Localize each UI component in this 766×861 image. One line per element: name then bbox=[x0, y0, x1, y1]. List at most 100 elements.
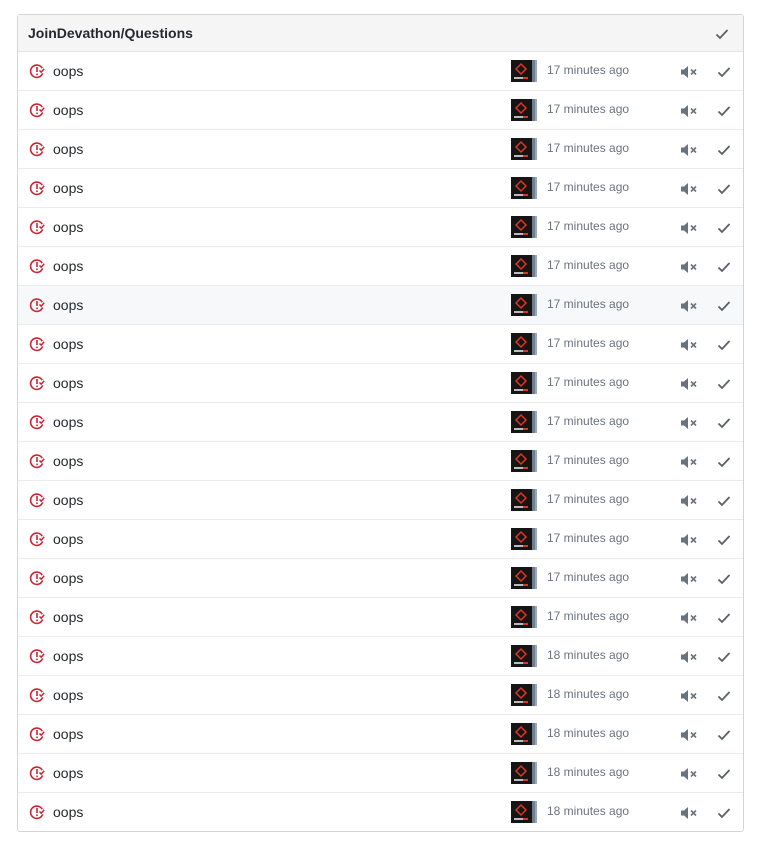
notification-title[interactable]: oops bbox=[53, 219, 83, 235]
issue-closed-icon bbox=[29, 336, 45, 352]
check-icon[interactable] bbox=[716, 571, 732, 587]
notification-row[interactable]: oops 17 minutes ago bbox=[18, 520, 743, 559]
issue-closed-icon bbox=[29, 453, 45, 469]
notification-title[interactable]: oops bbox=[53, 297, 83, 313]
mute-icon[interactable] bbox=[680, 142, 698, 158]
notification-title[interactable]: oops bbox=[53, 570, 83, 586]
notification-time: 17 minutes ago bbox=[547, 492, 630, 506]
check-icon[interactable] bbox=[716, 376, 732, 392]
mute-icon[interactable] bbox=[680, 493, 698, 509]
notification-row[interactable]: oops 18 minutes ago bbox=[18, 676, 743, 715]
mute-icon[interactable] bbox=[680, 64, 698, 80]
notification-title[interactable]: oops bbox=[53, 726, 83, 742]
check-icon[interactable] bbox=[716, 766, 732, 782]
mute-icon[interactable] bbox=[680, 259, 698, 275]
notification-row[interactable]: oops 17 minutes ago bbox=[18, 442, 743, 481]
check-icon[interactable] bbox=[716, 64, 732, 80]
notification-title[interactable]: oops bbox=[53, 687, 83, 703]
mute-icon[interactable] bbox=[680, 103, 698, 119]
mute-icon[interactable] bbox=[680, 766, 698, 782]
issue-closed-icon bbox=[29, 180, 45, 196]
mute-icon[interactable] bbox=[680, 727, 698, 743]
mute-icon[interactable] bbox=[680, 649, 698, 665]
notification-title[interactable]: oops bbox=[53, 765, 83, 781]
mute-icon[interactable] bbox=[680, 415, 698, 431]
notification-title[interactable]: oops bbox=[53, 609, 83, 625]
notification-title[interactable]: oops bbox=[53, 336, 83, 352]
notification-row[interactable]: oops 17 minutes ago bbox=[18, 169, 743, 208]
check-icon[interactable] bbox=[716, 649, 732, 665]
check-icon[interactable] bbox=[716, 220, 732, 236]
notification-title[interactable]: oops bbox=[53, 492, 83, 508]
notification-time: 17 minutes ago bbox=[547, 453, 630, 467]
issue-closed-icon bbox=[29, 492, 45, 508]
notification-title[interactable]: oops bbox=[53, 258, 83, 274]
notification-row[interactable]: oops 18 minutes ago bbox=[18, 754, 743, 793]
mute-icon[interactable] bbox=[680, 337, 698, 353]
notification-title[interactable]: oops bbox=[53, 375, 83, 391]
notification-row[interactable]: oops 17 minutes ago bbox=[18, 91, 743, 130]
notification-title[interactable]: oops bbox=[53, 63, 83, 79]
check-icon[interactable] bbox=[716, 610, 732, 626]
check-icon[interactable] bbox=[716, 805, 732, 821]
check-icon[interactable] bbox=[716, 337, 732, 353]
notification-time: 17 minutes ago bbox=[547, 531, 630, 545]
notification-time: 17 minutes ago bbox=[547, 141, 630, 155]
check-icon[interactable] bbox=[716, 298, 732, 314]
notification-title[interactable]: oops bbox=[53, 414, 83, 430]
check-icon[interactable] bbox=[716, 142, 732, 158]
mute-icon[interactable] bbox=[680, 532, 698, 548]
mute-icon[interactable] bbox=[680, 571, 698, 587]
check-icon[interactable] bbox=[716, 454, 732, 470]
notification-row[interactable]: oops 17 minutes ago bbox=[18, 481, 743, 520]
notification-title[interactable]: oops bbox=[53, 180, 83, 196]
notification-row[interactable]: oops 17 minutes ago bbox=[18, 559, 743, 598]
mute-icon[interactable] bbox=[680, 376, 698, 392]
notification-row[interactable]: oops 17 minutes ago bbox=[18, 286, 743, 325]
notification-row[interactable]: oops 17 minutes ago bbox=[18, 52, 743, 91]
notification-title[interactable]: oops bbox=[53, 102, 83, 118]
user-avatar bbox=[511, 372, 537, 394]
notification-row[interactable]: oops 17 minutes ago bbox=[18, 403, 743, 442]
notification-title[interactable]: oops bbox=[53, 141, 83, 157]
mute-icon[interactable] bbox=[680, 181, 698, 197]
notifications-panel: JoinDevathon/Questions oops 17 minutes a… bbox=[17, 14, 744, 832]
notification-row[interactable]: oops 18 minutes ago bbox=[18, 793, 743, 831]
notification-row[interactable]: oops 17 minutes ago bbox=[18, 247, 743, 286]
mute-icon[interactable] bbox=[680, 454, 698, 470]
check-icon[interactable] bbox=[716, 103, 732, 119]
issue-closed-icon bbox=[29, 726, 45, 742]
issue-closed-icon bbox=[29, 414, 45, 430]
notification-row[interactable]: oops 17 minutes ago bbox=[18, 130, 743, 169]
check-icon[interactable] bbox=[716, 415, 732, 431]
check-icon[interactable] bbox=[716, 688, 732, 704]
check-icon[interactable] bbox=[716, 727, 732, 743]
notification-row[interactable]: oops 18 minutes ago bbox=[18, 715, 743, 754]
check-icon[interactable] bbox=[716, 532, 732, 548]
user-avatar bbox=[511, 762, 537, 784]
check-icon[interactable] bbox=[716, 493, 732, 509]
check-icon[interactable] bbox=[716, 181, 732, 197]
mute-icon[interactable] bbox=[680, 298, 698, 314]
user-avatar bbox=[511, 138, 537, 160]
user-avatar bbox=[511, 567, 537, 589]
notification-title[interactable]: oops bbox=[53, 804, 83, 820]
notification-row[interactable]: oops 17 minutes ago bbox=[18, 364, 743, 403]
notification-title[interactable]: oops bbox=[53, 531, 83, 547]
mark-all-read-check-icon[interactable] bbox=[714, 26, 730, 42]
mute-icon[interactable] bbox=[680, 805, 698, 821]
user-avatar bbox=[511, 450, 537, 472]
notification-title[interactable]: oops bbox=[53, 648, 83, 664]
notification-title[interactable]: oops bbox=[53, 453, 83, 469]
check-icon[interactable] bbox=[716, 259, 732, 275]
repo-title[interactable]: JoinDevathon/Questions bbox=[28, 25, 193, 41]
mute-icon[interactable] bbox=[680, 610, 698, 626]
notification-time: 17 minutes ago bbox=[547, 375, 630, 389]
notification-row[interactable]: oops 17 minutes ago bbox=[18, 598, 743, 637]
mute-icon[interactable] bbox=[680, 220, 698, 236]
notification-row[interactable]: oops 18 minutes ago bbox=[18, 637, 743, 676]
mute-icon[interactable] bbox=[680, 688, 698, 704]
issue-closed-icon bbox=[29, 63, 45, 79]
notification-row[interactable]: oops 17 minutes ago bbox=[18, 325, 743, 364]
notification-row[interactable]: oops 17 minutes ago bbox=[18, 208, 743, 247]
